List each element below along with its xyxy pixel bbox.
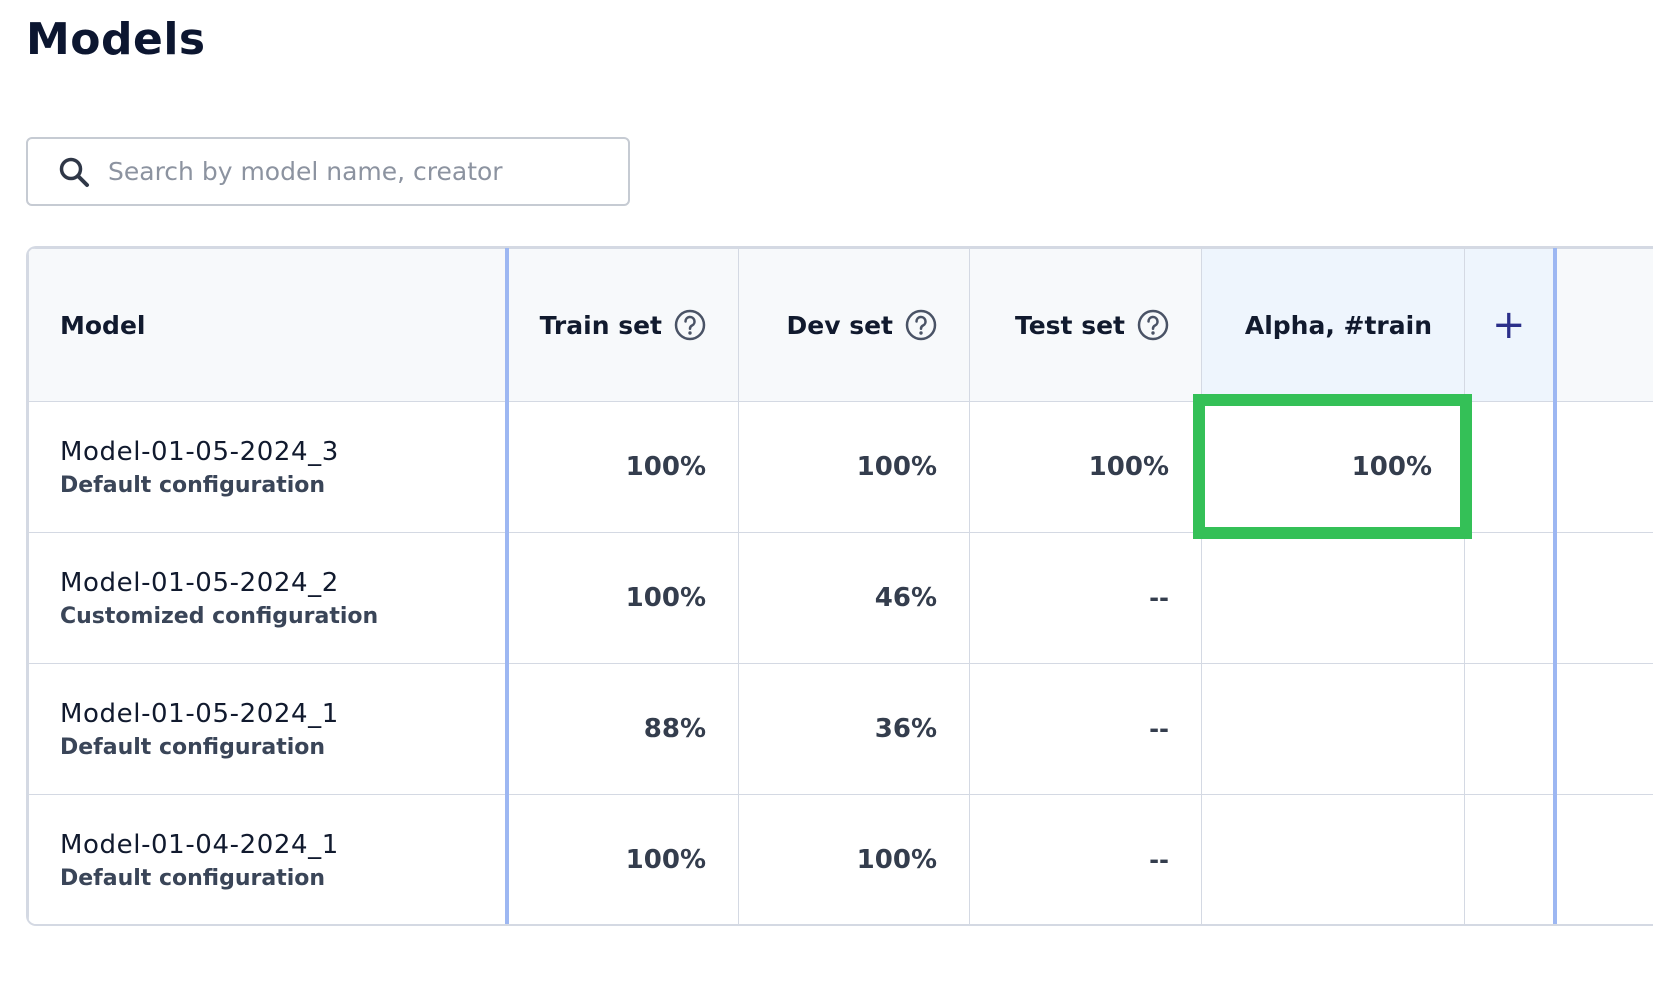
column-header-label: Test set bbox=[1014, 310, 1125, 340]
model-name[interactable]: Model-01-05-2024_3 bbox=[60, 437, 505, 467]
test-set-value: -- bbox=[969, 794, 1202, 924]
alpha-train-value bbox=[1201, 794, 1465, 924]
dev-set-value: 46% bbox=[738, 532, 970, 664]
model-config: Default configuration bbox=[60, 734, 326, 760]
model-cell[interactable]: Model-01-04-2024_1 Default configuration bbox=[28, 794, 509, 924]
model-config: Customized configuration bbox=[60, 603, 379, 629]
model-config: Default configuration bbox=[60, 472, 326, 498]
add-column-cell bbox=[1464, 532, 1557, 664]
models-table: Model Train set Dev set Test set Alpha, … bbox=[26, 246, 1653, 926]
search-input[interactable] bbox=[106, 156, 610, 187]
train-set-value: 88% bbox=[506, 663, 739, 795]
plus-icon: + bbox=[1491, 302, 1526, 348]
empty-cell bbox=[1554, 401, 1653, 533]
alpha-train-value: 100% bbox=[1201, 401, 1465, 533]
column-header-label: Alpha, #train bbox=[1244, 310, 1432, 340]
search-box[interactable] bbox=[26, 137, 630, 206]
model-config: Default configuration bbox=[60, 865, 326, 891]
column-header-label: Dev set bbox=[786, 310, 894, 340]
test-set-value: -- bbox=[969, 532, 1202, 664]
model-cell[interactable]: Model-01-05-2024_1 Default configuration bbox=[28, 663, 509, 795]
test-set-value: -- bbox=[969, 663, 1202, 795]
table-header-row: Model Train set Dev set Test set Alpha, … bbox=[28, 248, 1653, 402]
train-set-value: 100% bbox=[506, 401, 739, 533]
dev-set-value: 100% bbox=[738, 794, 970, 924]
model-cell[interactable]: Model-01-05-2024_3 Default configuration bbox=[28, 401, 509, 533]
model-name[interactable]: Model-01-05-2024_1 bbox=[60, 699, 505, 729]
add-column-cell bbox=[1464, 401, 1557, 533]
search-icon bbox=[58, 156, 90, 188]
column-header-label: Model bbox=[60, 310, 146, 340]
add-column-cell bbox=[1464, 794, 1557, 924]
model-cell[interactable]: Model-01-05-2024_2 Customized configurat… bbox=[28, 532, 509, 664]
table-row[interactable]: Model-01-05-2024_1 Default configuration… bbox=[28, 663, 1653, 795]
model-name[interactable]: Model-01-04-2024_1 bbox=[60, 830, 505, 860]
table-row[interactable]: Model-01-05-2024_2 Customized configurat… bbox=[28, 532, 1653, 664]
train-set-value: 100% bbox=[506, 794, 739, 924]
add-column-cell bbox=[1464, 663, 1557, 795]
empty-cell bbox=[1554, 794, 1653, 924]
help-circle-icon[interactable] bbox=[1137, 309, 1169, 341]
column-header-label: Train set bbox=[539, 310, 662, 340]
dev-set-value: 36% bbox=[738, 663, 970, 795]
help-circle-icon[interactable] bbox=[674, 309, 706, 341]
page-title: Models bbox=[26, 14, 206, 65]
column-header-train[interactable]: Train set bbox=[506, 248, 739, 402]
alpha-train-value bbox=[1201, 663, 1465, 795]
train-set-value: 100% bbox=[506, 532, 739, 664]
add-column-button[interactable]: + bbox=[1464, 248, 1557, 402]
test-set-value: 100% bbox=[969, 401, 1202, 533]
column-header-empty bbox=[1554, 248, 1653, 402]
column-header-dev[interactable]: Dev set bbox=[738, 248, 970, 402]
table-row[interactable]: Model-01-05-2024_3 Default configuration… bbox=[28, 401, 1653, 533]
table-row[interactable]: Model-01-04-2024_1 Default configuration… bbox=[28, 794, 1653, 924]
column-header-alpha-train[interactable]: Alpha, #train bbox=[1201, 248, 1465, 402]
empty-cell bbox=[1554, 532, 1653, 664]
empty-cell bbox=[1554, 663, 1653, 795]
alpha-train-value bbox=[1201, 532, 1465, 664]
column-header-test[interactable]: Test set bbox=[969, 248, 1202, 402]
model-name[interactable]: Model-01-05-2024_2 bbox=[60, 568, 505, 598]
help-circle-icon[interactable] bbox=[905, 309, 937, 341]
dev-set-value: 100% bbox=[738, 401, 970, 533]
column-header-model[interactable]: Model bbox=[28, 248, 509, 402]
